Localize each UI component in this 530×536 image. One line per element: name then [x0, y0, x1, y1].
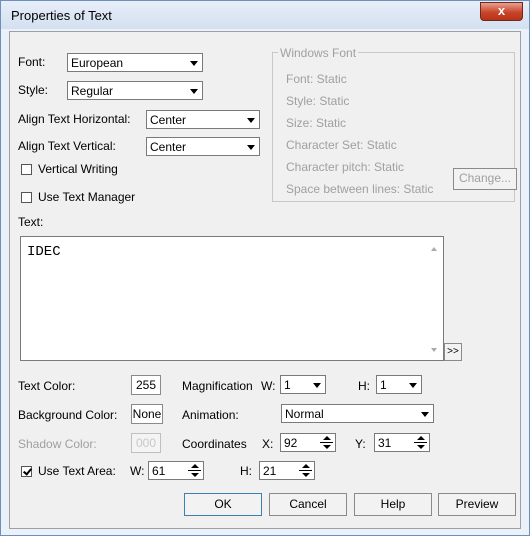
align-vertical-value: Center [150, 140, 187, 154]
mag-w-dropdown[interactable]: 1 [280, 375, 326, 394]
wf-style: Style: Static [286, 94, 350, 108]
chevron-down-icon[interactable] [243, 139, 258, 154]
magnification-label: Magnification [182, 379, 253, 393]
text-color-label: Text Color: [18, 379, 76, 393]
cancel-button[interactable]: Cancel [269, 493, 347, 516]
ok-button[interactable]: OK [184, 493, 262, 516]
expand-text-button[interactable]: >> [444, 343, 462, 361]
use-text-manager-label: Use Text Manager [38, 190, 136, 204]
background-color-label: Background Color: [18, 408, 118, 422]
coord-x-label: X: [262, 437, 274, 451]
wf-size: Size: Static [286, 116, 347, 130]
background-color-button[interactable]: None [131, 404, 163, 424]
wf-pitch: Character pitch: Static [286, 160, 405, 174]
help-button[interactable]: Help [354, 493, 432, 516]
wf-font: Font: Static [286, 72, 347, 86]
preview-button[interactable]: Preview [438, 493, 516, 516]
chevron-down-icon[interactable] [417, 406, 432, 421]
spinner-arrows-icon[interactable] [413, 435, 428, 450]
align-vertical-label: Align Text Vertical: [18, 139, 116, 153]
style-dropdown[interactable]: Regular [67, 81, 203, 100]
coordinates-label: Coordinates [182, 437, 247, 451]
animation-label: Animation: [182, 408, 239, 422]
align-horizontal-value: Center [150, 113, 187, 127]
text-scrollbar[interactable] [426, 237, 443, 360]
windows-font-title: Windows Font [278, 46, 359, 60]
text-area-h-value: 21 [263, 464, 277, 478]
mag-h-value: 1 [380, 378, 387, 392]
coord-x-spinner[interactable]: 92 [280, 433, 336, 452]
shadow-color-label: Shadow Color: [18, 437, 97, 451]
wf-charset: Character Set: Static [286, 138, 397, 152]
scroll-up-icon[interactable] [431, 247, 437, 251]
chevron-down-icon[interactable] [186, 55, 201, 70]
text-area-h-spinner[interactable]: 21 [259, 461, 315, 480]
mag-w-value: 1 [284, 378, 291, 392]
use-text-area-label: Use Text Area: [38, 464, 116, 478]
spinner-arrows-icon[interactable] [298, 463, 313, 478]
align-horizontal-label: Align Text Horizontal: [18, 112, 131, 126]
wf-spacing: Space between lines: Static [286, 182, 434, 196]
text-content: IDEC [27, 244, 61, 260]
coord-y-value: 31 [378, 436, 392, 450]
animation-value: Normal [285, 407, 324, 421]
align-horizontal-dropdown[interactable]: Center [146, 110, 260, 129]
chevron-down-icon[interactable] [243, 112, 258, 127]
chevron-down-icon[interactable] [405, 377, 420, 392]
spinner-arrows-icon[interactable] [319, 435, 334, 450]
use-text-manager-checkbox[interactable] [21, 192, 32, 203]
scroll-down-icon[interactable] [431, 348, 437, 352]
coord-x-value: 92 [284, 436, 298, 450]
animation-dropdown[interactable]: Normal [281, 404, 434, 423]
dialog-title: Properties of Text [11, 8, 112, 23]
style-label: Style: [18, 83, 49, 97]
coord-y-spinner[interactable]: 31 [374, 433, 430, 452]
vertical-writing-checkbox[interactable] [21, 164, 32, 175]
chevron-down-icon[interactable] [309, 377, 324, 392]
align-vertical-dropdown[interactable]: Center [146, 137, 260, 156]
style-value: Regular [71, 84, 114, 98]
change-font-button[interactable]: Change... [453, 168, 517, 190]
mag-w-label: W: [261, 379, 276, 393]
shadow-color-button[interactable]: 000 [131, 433, 161, 453]
font-dropdown[interactable]: European [67, 53, 203, 72]
text-label: Text: [18, 215, 44, 229]
font-value: European [71, 56, 124, 70]
vertical-writing-label: Vertical Writing [38, 162, 118, 176]
title-bar[interactable]: Properties of Text x [1, 1, 529, 29]
dialog-body: Font: European Style: Regular Align Text… [9, 31, 521, 529]
use-text-area-checkbox[interactable] [21, 466, 32, 477]
coord-y-label: Y: [355, 437, 366, 451]
mag-h-dropdown[interactable]: 1 [376, 375, 422, 394]
text-color-button[interactable]: 255 [131, 375, 161, 395]
spinner-arrows-icon[interactable] [187, 463, 202, 478]
text-area-w-label: W: [130, 464, 145, 478]
chevron-down-icon[interactable] [186, 83, 201, 98]
properties-dialog: Properties of Text x Font: European Styl… [0, 0, 530, 536]
text-area-w-value: 61 [152, 464, 166, 478]
close-button[interactable]: x [480, 2, 523, 21]
close-icon: x [497, 3, 506, 18]
font-label: Font: [18, 55, 46, 69]
text-area-w-spinner[interactable]: 61 [148, 461, 204, 480]
mag-h-label: H: [358, 379, 370, 393]
text-area-h-label: H: [240, 464, 252, 478]
text-input[interactable]: IDEC [20, 236, 444, 361]
